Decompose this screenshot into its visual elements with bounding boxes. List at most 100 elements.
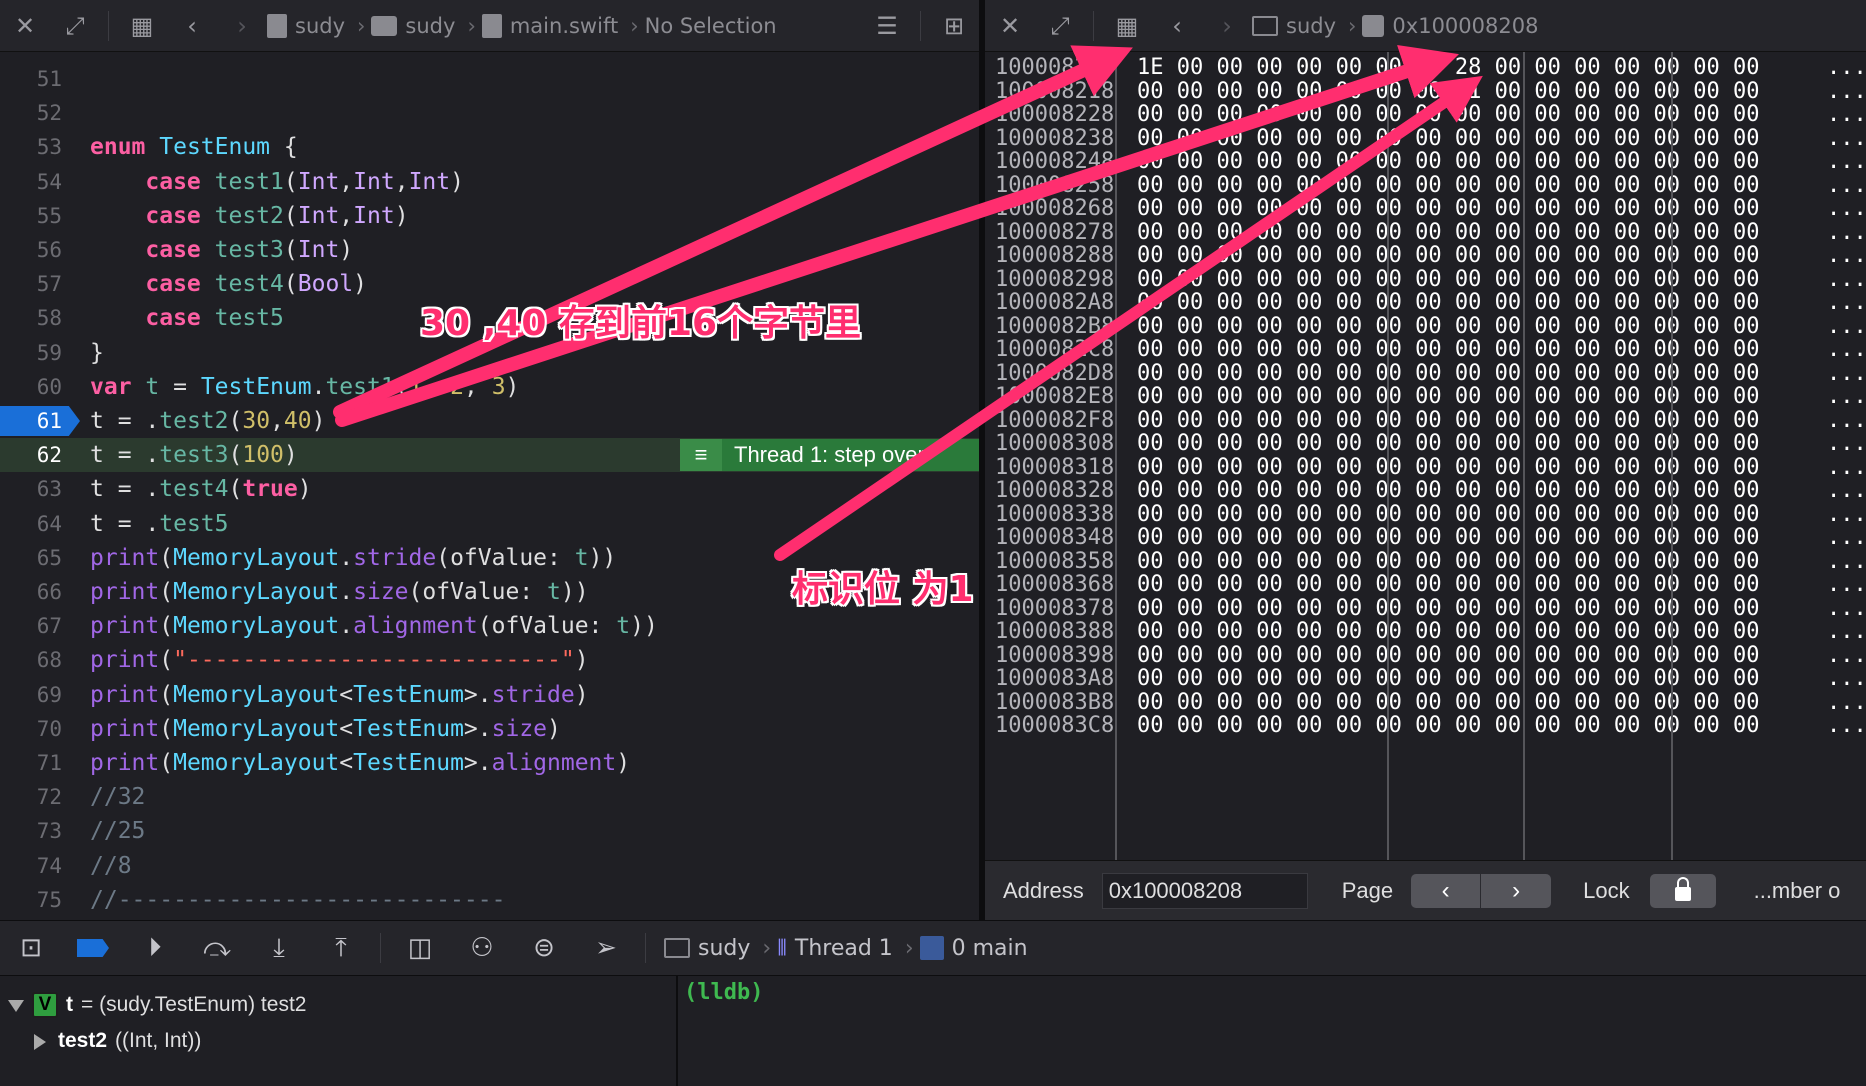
memory-bytes[interactable]: 00 00 00 00 00 00 00 00 00 00 00 00 00 0… — [1137, 712, 1760, 740]
code-text: //32 — [90, 784, 146, 811]
code-text: var t = TestEnum.test1(1, 2, 3) — [90, 373, 520, 400]
forward-chevron-icon[interactable]: › — [1212, 11, 1242, 41]
code-line-60[interactable]: 60 var t = TestEnum.test1(1, 2, 3) — [0, 370, 979, 404]
line-number: 72 — [36, 785, 62, 810]
code-text: case test1(Int,Int,Int) — [145, 168, 464, 195]
back-chevron-icon[interactable]: ‹ — [177, 11, 207, 41]
terminal-icon — [1252, 15, 1278, 36]
code-line-74[interactable]: 74 //8 — [0, 849, 979, 883]
project-file-icon — [267, 13, 287, 38]
breadcrumb-separator: › — [1348, 13, 1357, 38]
expand-icon[interactable]: ⤢ — [60, 11, 90, 41]
line-number: 74 — [36, 853, 62, 878]
close-icon[interactable]: ✕ — [10, 11, 40, 41]
code-text: case test3(Int) — [145, 237, 354, 263]
code-line-56[interactable]: 56 case test3(Int) — [0, 233, 979, 267]
child-variable-value: ((Int, Int)) — [115, 1029, 202, 1052]
thread-status-badge[interactable]: ≡ Thread 1: step over — [680, 439, 979, 472]
code-line-63[interactable]: 63 t = .test4(true) — [0, 472, 979, 506]
code-line-58[interactable]: 58 case test5 — [0, 301, 979, 335]
memory-hex-grid[interactable]: 100008208 1E 00 00 00 00 00 00 00 28 00 0… — [985, 52, 1866, 860]
lock-label: Lock — [1583, 877, 1630, 903]
breadcrumb-separator: › — [467, 13, 476, 38]
view-hierarchy-icon[interactable]: ◫ — [403, 931, 437, 965]
variable-row-t[interactable]: V t = (sudy.TestEnum) test2 — [0, 988, 306, 1022]
breadcrumb-file-label: main.swift — [509, 13, 619, 38]
page-label: Page — [1341, 877, 1394, 903]
code-line-70[interactable]: 70 print(MemoryLayout<TestEnum>.size) — [0, 712, 979, 746]
code-line-72[interactable]: 72 //32 — [0, 780, 979, 814]
memory-graph-icon[interactable]: ⚇ — [465, 931, 499, 965]
address-column-divider — [1115, 52, 1117, 860]
code-line-54[interactable]: 54 case test1(Int,Int,Int) — [0, 165, 979, 199]
memory-address: 1000083C8 — [995, 713, 1115, 738]
close-icon[interactable]: ✕ — [995, 11, 1025, 41]
code-line-73[interactable]: 73 //25 — [0, 814, 979, 848]
code-line-68[interactable]: 68 print("---------------------------") — [0, 643, 979, 677]
variable-badge: V — [32, 992, 58, 1018]
debug-thread-label: Thread 1 — [794, 935, 893, 961]
code-line-66[interactable]: 66 print(MemoryLayout.size(ofValue: t)) — [0, 575, 979, 609]
code-line-71[interactable]: 71 print(MemoryLayout<TestEnum>.alignment… — [0, 746, 979, 780]
code-text: t = .test3(100) — [90, 442, 298, 469]
disclosure-collapsed-icon[interactable] — [34, 1034, 48, 1050]
variable-row-test2[interactable]: test2 ((Int, Int)) — [26, 1024, 201, 1058]
related-items-grid-icon[interactable]: ▦ — [1112, 11, 1142, 41]
code-text: print(MemoryLayout.alignment(ofValue: t)… — [90, 613, 658, 640]
debug-breadcrumb-thread[interactable]: ⦀ Thread 1 — [777, 936, 893, 961]
debug-console[interactable]: (lldb) — [676, 976, 1866, 1086]
expand-icon[interactable]: ⤢ — [1045, 11, 1075, 41]
breakpoints-toggle[interactable] — [76, 931, 110, 965]
simulate-location-icon[interactable]: ➢ — [589, 931, 623, 965]
code-line-52[interactable]: 52 — [0, 96, 979, 130]
debug-breadcrumb-target[interactable]: sudy — [664, 936, 750, 961]
code-line-59[interactable]: 59} — [0, 336, 979, 370]
code-line-67[interactable]: 67 print(MemoryLayout.alignment(ofValue: … — [0, 609, 979, 643]
step-over-icon[interactable]: ⤼ — [200, 931, 234, 965]
code-line-64[interactable]: 64 t = .test5 — [0, 507, 979, 541]
add-editor-icon[interactable]: ⊞ — [939, 11, 969, 41]
code-line-62[interactable]: 62 t = .test3(100) ≡ Thread 1: step over — [0, 438, 979, 473]
breadcrumb-target[interactable]: sudy — [1252, 14, 1336, 38]
page-stepper: ‹ › — [1411, 873, 1552, 908]
environment-overrides-icon[interactable]: ⊜ — [527, 931, 561, 965]
breadcrumb-file[interactable]: main.swift — [481, 13, 619, 38]
code-text: enum TestEnum { — [90, 134, 298, 161]
source-code[interactable]: 51 52 53 enum TestEnum {54 case test1(Int,I… — [0, 52, 979, 920]
code-line-51[interactable]: 51 — [0, 62, 979, 96]
code-line-55[interactable]: 55 case test2(Int,Int) — [0, 199, 979, 233]
code-text: case test5 — [145, 305, 284, 332]
back-chevron-icon[interactable]: ‹ — [1162, 11, 1192, 41]
breadcrumb-project[interactable]: sudy — [267, 13, 345, 38]
breadcrumb-symbol[interactable]: No Selection — [645, 14, 777, 38]
disclosure-expanded-icon[interactable] — [8, 998, 24, 1012]
editor-options-icon[interactable]: ☰ — [872, 11, 902, 41]
hide-debug-area-icon[interactable]: ⊡ — [14, 931, 48, 965]
code-line-75[interactable]: 75 //---------------------------- — [0, 883, 979, 917]
code-text: //25 — [90, 818, 146, 845]
step-out-icon[interactable]: ⤒ — [324, 931, 358, 965]
breadcrumb-folder[interactable]: sudy — [371, 14, 455, 38]
code-line-57[interactable]: 57 case test4(Bool) — [0, 267, 979, 301]
code-line-65[interactable]: 65 print(MemoryLayout.stride(ofValue: t)) — [0, 541, 979, 575]
code-line-69[interactable]: 69 print(MemoryLayout<TestEnum>.stride) — [0, 678, 979, 712]
lock-button[interactable] — [1649, 873, 1716, 908]
memory-row[interactable]: 1000083C8 00 00 00 00 00 00 00 00 00 00 0… — [985, 712, 1866, 740]
next-page-button[interactable]: › — [1481, 873, 1552, 908]
code-text: case test4(Bool) — [145, 271, 367, 298]
breadcrumb-address[interactable]: 0x100008208 — [1362, 14, 1538, 38]
forward-chevron-icon[interactable]: › — [227, 11, 257, 41]
continue-icon[interactable]: ⏵ — [138, 931, 172, 965]
line-number: 75 — [36, 887, 62, 912]
debug-breadcrumb-frame[interactable]: 0 main — [919, 935, 1028, 961]
related-items-grid-icon[interactable]: ▦ — [127, 11, 157, 41]
debug-frame-label: 0 main — [951, 935, 1028, 961]
step-into-icon[interactable]: ⤓ — [262, 931, 296, 965]
previous-page-button[interactable]: ‹ — [1411, 873, 1482, 908]
memory-chip-icon — [1362, 14, 1385, 37]
address-field[interactable] — [1101, 872, 1308, 909]
line-number: 69 — [36, 682, 62, 707]
code-line-61[interactable]: 61 t = .test2(30,40) — [0, 404, 979, 438]
code-line-53[interactable]: 53 enum TestEnum { — [0, 130, 979, 164]
number-of-bytes-label: ...mber o — [1753, 877, 1841, 903]
